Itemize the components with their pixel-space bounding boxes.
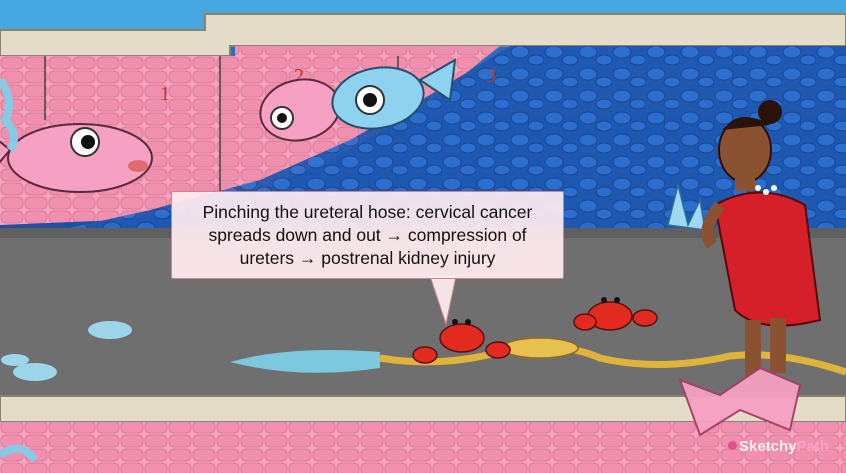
puddle (13, 363, 57, 381)
watermark-part1: Sketchy (739, 438, 797, 455)
puddle (88, 321, 132, 339)
panel-number-1: 1 (160, 83, 170, 105)
watermark-part2: Path (796, 438, 830, 455)
logo-icon (728, 441, 737, 450)
tooltip-pointer (429, 276, 457, 326)
panel-number-3: 3 (486, 65, 496, 87)
hose-bulge (501, 337, 579, 359)
watermark-logo: SketchyPath (728, 438, 829, 455)
puddle (1, 354, 29, 366)
annotation-tooltip: Pinching the ureteral hose: cervical can… (171, 191, 564, 279)
bottom-bricks (0, 422, 846, 473)
tooltip-text: Pinching the ureteral hose: cervical can… (202, 201, 533, 268)
